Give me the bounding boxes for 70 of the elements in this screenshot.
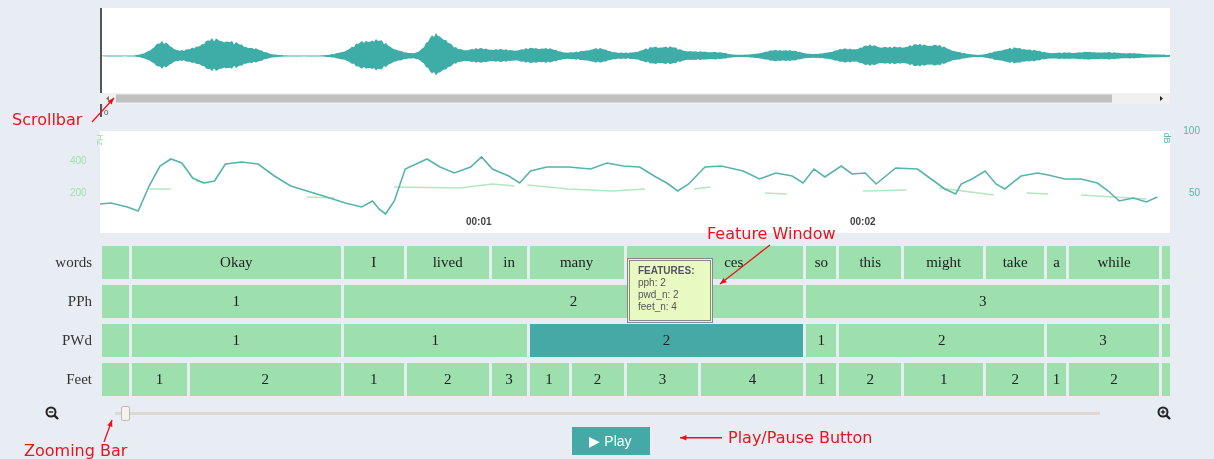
tier-segment[interactable]: 2 [986,363,1045,396]
axis-tick-label: 100 [1183,125,1200,136]
tier-segment[interactable]: 1 [806,324,837,357]
tier-segment[interactable]: in [491,246,527,279]
tier-segment[interactable]: 1 [343,363,404,396]
annotation-label: Feature Window [707,224,836,243]
tier-segment[interactable] [1162,324,1170,357]
axis-tick-label: 400 [70,155,87,166]
tier-segment[interactable]: many [529,246,624,279]
tier-segment[interactable] [1162,363,1170,396]
tier-segment[interactable]: 2 [839,324,1045,357]
tier-segment[interactable]: 1 [131,285,341,318]
tier-segment[interactable] [102,246,129,279]
tier-segment[interactable] [102,324,129,357]
annotation-label: Zooming Bar [24,441,128,459]
tier-segment[interactable]: while [1069,246,1159,279]
time-label: 0 [104,108,109,117]
tier-segment[interactable]: 2 [1069,363,1159,396]
annotation-arrow [720,245,771,285]
tier-segment[interactable]: 3 [806,285,1159,318]
tier-segment[interactable]: 3 [626,363,699,396]
tier-segment[interactable]: 1 [131,324,341,357]
tier-segment[interactable]: 2 [189,363,341,396]
tier-segment[interactable]: 1 [1047,363,1067,396]
tier-segment[interactable]: 1 [529,363,569,396]
tier-segment[interactable]: 3 [1047,324,1159,357]
tier-segment[interactable]: 2 [529,324,804,357]
tier-segment[interactable]: I [343,246,404,279]
annotation-label: Scrollbar [12,110,83,129]
annotation-arrow [92,98,115,123]
slider-thumb[interactable] [120,405,130,421]
feature-title: FEATURES: [638,265,696,277]
zoom-in-icon[interactable] [1157,406,1171,420]
tier-segment[interactable]: 2 [406,363,489,396]
tier-label: Feet [66,371,92,388]
tier-segment[interactable]: a [1047,246,1067,279]
axis-tick-label: 200 [70,187,87,198]
tier-segment[interactable]: 2 [839,363,902,396]
tier-label: PWd [62,332,92,349]
feature-line: pwd_n: 2 [638,289,680,301]
tier-segment[interactable]: Okay [131,246,341,279]
axis-unit: dB [1161,132,1172,144]
tier-label: words [55,254,92,271]
time-label: 00:01 [466,216,492,227]
feature-line: feet_n: 4 [638,301,678,313]
tier-segment[interactable]: 1 [904,363,984,396]
tier-segment[interactable]: 4 [701,363,804,396]
tier-segment[interactable]: 2 [571,363,624,396]
tier-segment[interactable]: take [986,246,1045,279]
axis-unit: Hz [94,134,105,146]
tier-segment[interactable]: 3 [491,363,527,396]
tier-segment[interactable] [102,363,129,396]
tier-segment[interactable]: so [806,246,837,279]
tier-segment[interactable]: 1 [343,324,527,357]
tier-segment[interactable]: 1 [131,363,187,396]
tier-segment[interactable]: lived [406,246,489,279]
axis-tick-label: 50 [1188,187,1200,198]
tier-segment[interactable] [102,285,129,318]
tier-segment[interactable]: might [904,246,984,279]
annotation-label: Play/Pause Button [728,428,873,447]
annotation-arrow [680,435,723,442]
zoom-out-icon[interactable] [45,406,59,420]
tier-label: PPh [67,293,92,310]
tier-segment[interactable] [1162,246,1170,279]
tier-segment[interactable] [1162,285,1170,318]
tier-segment[interactable]: this [839,246,902,279]
annotation-arrow [104,420,114,443]
time-label: 00:02 [850,216,876,227]
tier-segment[interactable]: 1 [806,363,837,396]
scrollbar[interactable] [100,93,1170,104]
